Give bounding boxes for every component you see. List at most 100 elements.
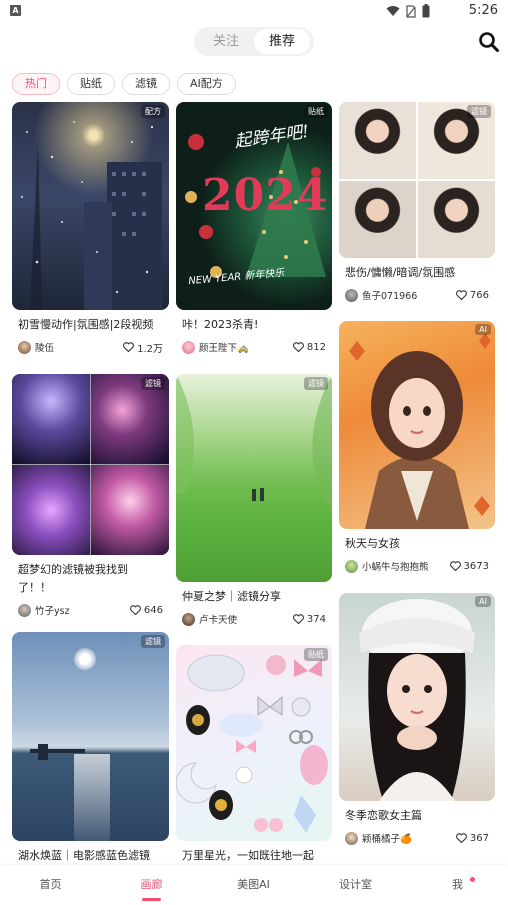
wifi-icon — [386, 6, 400, 16]
card-tag: 滤镜 — [467, 105, 491, 118]
avatar — [345, 288, 358, 302]
like-button[interactable]: 1.2万 — [123, 340, 163, 355]
feed-tab-switch: 关注 推荐 — [194, 27, 314, 56]
card-title: 初雪慢动作|氛围感|2段视频 — [18, 318, 154, 331]
card-author: 陵伍 — [35, 343, 55, 354]
like-button[interactable]: 766 — [456, 290, 489, 301]
card-image-sticker-pack: 贴纸 — [176, 645, 332, 841]
card-tag: 贴纸 — [304, 105, 328, 118]
card-author: 颜王陛下🚕 — [199, 343, 249, 354]
chip-ai-recipe[interactable]: AI配方 — [177, 73, 236, 95]
card-title: 悲伤/慵懒/暗调/氛围感 — [345, 266, 456, 279]
heart-icon — [456, 290, 467, 300]
feed-card[interactable]: 滤镜 超梦幻的滤镜被我找到 了！！ 竹子ysz 646 — [12, 374, 169, 618]
avatar — [18, 340, 31, 354]
like-button[interactable]: 367 — [456, 833, 489, 844]
card-tag: 贴纸 — [304, 648, 328, 661]
bottom-nav: 首页 画廊 美图AI 设计室 我 — [0, 865, 508, 905]
card-meta: 颖桶橘子🍊 367 — [339, 830, 495, 846]
no-sim-icon — [406, 4, 416, 18]
card-title: 湖水焕蓝｜电影感蓝色滤镜 — [18, 849, 150, 862]
card-tag: 滤镜 — [304, 377, 328, 390]
card-meta: 颜王陛下🚕 812 — [176, 339, 332, 355]
feed-card[interactable]: 起跨年吧! 2024 NEW YEAR 新年快乐 贴纸 咔！2023杀青! 颜王… — [176, 102, 332, 355]
heart-icon — [293, 342, 304, 352]
card-tag: 配方 — [141, 105, 165, 118]
feed-card[interactable]: AI 秋天与女孩 小蜗牛与抱抱熊 3673 — [339, 321, 495, 574]
category-chips: 热门 贴纸 滤镜 AI配方 — [12, 73, 236, 95]
search-button[interactable] — [477, 30, 501, 54]
newyear-year: 2024 — [202, 170, 329, 221]
nav-home-label: 首页 — [39, 878, 62, 891]
card-title: 万里星光，一如既往地一起 — [182, 849, 314, 862]
card-image-new-year-tree: 起跨年吧! 2024 NEW YEAR 新年快乐 贴纸 — [176, 102, 332, 310]
feed-card[interactable]: 贴纸 万里星光，一如既往地一起 — [176, 645, 332, 865]
card-meta: 卢卡天使 374 — [176, 611, 332, 627]
search-icon — [479, 32, 499, 52]
tab-recommend[interactable]: 推荐 — [254, 29, 310, 54]
feed-card[interactable]: 滤镜 湖水焕蓝｜电影感蓝色滤镜 — [12, 632, 169, 865]
card-author: 竹子ysz — [35, 606, 70, 617]
nav-design-studio-label: 设计室 — [339, 878, 372, 891]
card-title: 仲夏之梦｜滤镜分享 — [182, 590, 281, 603]
avatar — [18, 603, 31, 617]
card-author: 卢卡天使 — [199, 615, 238, 626]
avatar — [182, 612, 195, 626]
chip-filters[interactable]: 滤镜 — [122, 73, 170, 95]
heart-icon — [449, 561, 461, 571]
card-meta: 陵伍 1.2万 — [12, 339, 169, 355]
nav-me[interactable]: 我 — [407, 865, 508, 905]
app-notification-icon: A — [10, 5, 21, 16]
heart-icon — [456, 833, 467, 843]
status-bar: A 5:26 — [0, 0, 508, 22]
card-title: 秋天与女孩 — [345, 537, 400, 550]
status-time: 5:26 — [468, 3, 498, 18]
card-author: 颖桶橘子🍊 — [362, 834, 412, 845]
heart-icon — [293, 614, 304, 624]
card-meta: 小蜗牛与抱抱熊 3673 — [339, 558, 495, 574]
like-count: 812 — [306, 341, 326, 353]
heart-icon — [123, 342, 134, 352]
card-tag: AI — [475, 596, 491, 607]
card-image-autumn-girl: AI — [339, 321, 495, 529]
card-title: 咔！2023杀青! — [182, 318, 259, 331]
card-image-lake: 滤镜 — [12, 632, 169, 841]
nav-home[interactable]: 首页 — [0, 865, 101, 905]
avatar — [345, 559, 358, 573]
card-meta: 竹子ysz 646 — [12, 602, 169, 618]
status-icons — [386, 4, 430, 18]
chip-hot[interactable]: 热门 — [12, 73, 60, 95]
card-title: 冬季恋歌女主篇 — [345, 809, 422, 822]
nav-meitu-ai[interactable]: 美图AI — [203, 865, 304, 905]
notification-dot — [470, 877, 475, 882]
feed-card[interactable]: AI 冬季恋歌女主篇 颖桶橘子🍊 367 — [339, 593, 495, 846]
card-image-summer-field: 滤镜 — [176, 374, 332, 582]
card-tag: AI — [475, 324, 491, 335]
chip-stickers[interactable]: 贴纸 — [67, 73, 115, 95]
card-tag: 滤镜 — [141, 635, 165, 648]
battery-icon — [422, 4, 430, 18]
like-button[interactable]: 812 — [293, 342, 326, 353]
card-image-fireworks: 滤镜 — [12, 374, 169, 555]
like-button[interactable]: 646 — [130, 605, 163, 616]
like-count: 1.2万 — [137, 343, 163, 355]
like-count: 374 — [306, 613, 326, 625]
nav-gallery[interactable]: 画廊 — [101, 865, 202, 905]
like-button[interactable]: 3673 — [449, 561, 489, 572]
feed-card[interactable]: 滤镜 悲伤/慵懒/暗调/氛围感 鱼子071966 766 — [339, 102, 495, 303]
card-title: 超梦幻的滤镜被我找到 了！！ — [18, 563, 128, 594]
tab-follow[interactable]: 关注 — [198, 29, 254, 54]
like-button[interactable]: 374 — [293, 614, 326, 625]
card-meta: 鱼子071966 766 — [339, 287, 495, 303]
card-author: 小蜗牛与抱抱熊 — [362, 562, 429, 573]
avatar — [345, 831, 358, 845]
like-count: 766 — [469, 289, 489, 301]
like-count: 367 — [469, 832, 489, 844]
nav-design-studio[interactable]: 设计室 — [305, 865, 406, 905]
like-count: 646 — [143, 604, 163, 616]
feed-card[interactable]: 滤镜 仲夏之梦｜滤镜分享 卢卡天使 374 — [176, 374, 332, 627]
feed-card[interactable]: 配方 初雪慢动作|氛围感|2段视频 陵伍 1.2万 — [12, 102, 169, 355]
nav-meitu-ai-label: 美图AI — [237, 878, 270, 891]
nav-me-label: 我 — [452, 878, 463, 891]
active-indicator — [142, 898, 161, 901]
